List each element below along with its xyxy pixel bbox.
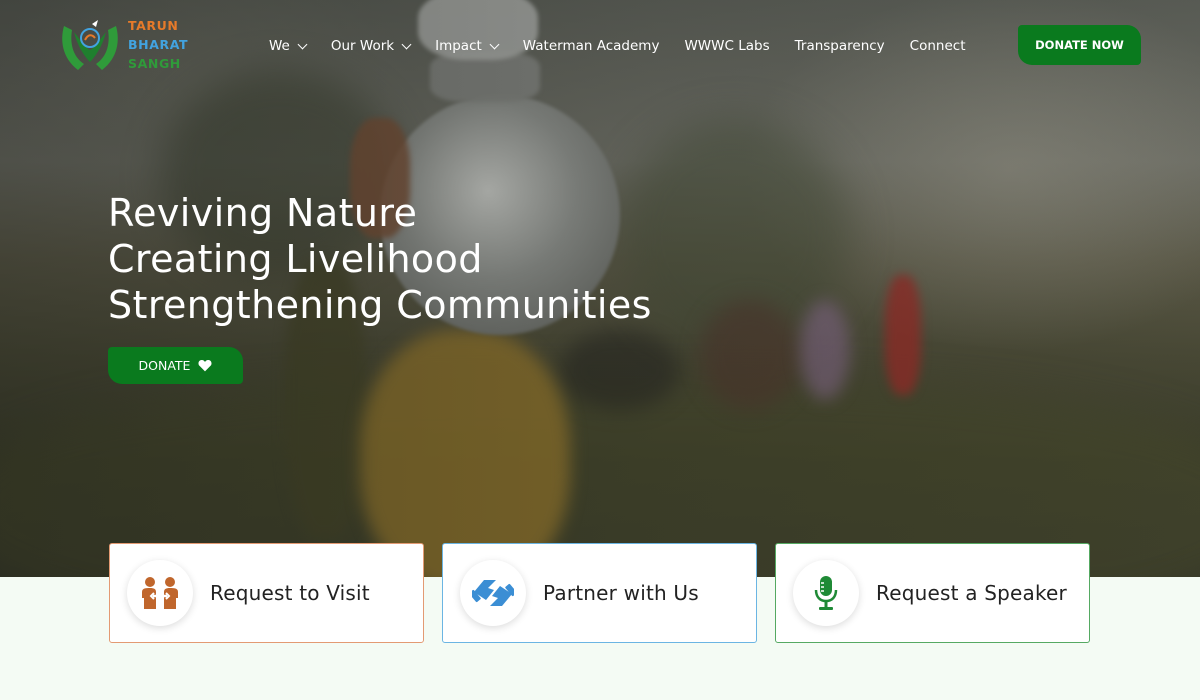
- chevron-down-icon: [401, 39, 412, 49]
- card-label: Request a Speaker: [876, 581, 1067, 605]
- nav-item-label: Connect: [909, 38, 966, 54]
- request-visit-card[interactable]: Request to Visit: [109, 543, 424, 643]
- card-icon-circle: [127, 560, 193, 626]
- microphone-icon: [814, 576, 838, 610]
- chevron-down-icon: [489, 39, 500, 49]
- nav-item-impact[interactable]: Impact: [435, 38, 500, 54]
- partner-card[interactable]: Partner with Us: [442, 543, 757, 643]
- nav-item-label: Impact: [435, 38, 482, 54]
- handshake-icon: [472, 580, 514, 606]
- logo-wordmark: TARUN BHARAT SANGH: [128, 16, 188, 73]
- main-nav: We Our Work Impact Waterman Academy WWWC…: [269, 36, 991, 56]
- hero-headline: Reviving Nature Creating Livelihood Stre…: [108, 190, 652, 328]
- request-speaker-card[interactable]: Request a Speaker: [775, 543, 1090, 643]
- card-icon-circle: [460, 560, 526, 626]
- nav-item-we[interactable]: We: [269, 38, 308, 54]
- card-label: Partner with Us: [543, 581, 699, 605]
- hero-headline-line: Strengthening Communities: [108, 283, 652, 327]
- nav-item-our-work[interactable]: Our Work: [330, 38, 412, 54]
- chevron-down-icon: [297, 39, 308, 49]
- hero-headline-line: Creating Livelihood: [108, 237, 483, 281]
- heart-icon: [198, 359, 212, 372]
- nav-item-wwwc-labs[interactable]: WWWC Labs: [684, 38, 769, 54]
- card-icon-circle: [793, 560, 859, 626]
- logo-text-sangh: SANGH: [128, 56, 181, 71]
- logo-hands-icon: [62, 20, 118, 70]
- logo-text-bharat: BHARAT: [128, 37, 189, 52]
- nav-item-label: Our Work: [330, 38, 395, 54]
- hero-headline-line: Reviving Nature: [108, 191, 418, 235]
- site-logo[interactable]: TARUN BHARAT SANGH: [58, 14, 198, 80]
- nav-item-transparency[interactable]: Transparency: [795, 38, 885, 54]
- donate-now-button[interactable]: DONATE NOW: [1018, 25, 1141, 65]
- nav-item-label: We: [269, 38, 290, 54]
- nav-item-connect[interactable]: Connect: [910, 38, 966, 54]
- nav-item-label: WWWC Labs: [684, 38, 770, 54]
- logo-text-tarun: TARUN: [128, 18, 179, 33]
- donate-button-label: DONATE: [138, 358, 191, 373]
- donate-button[interactable]: DONATE: [108, 347, 243, 384]
- card-label: Request to Visit: [210, 581, 370, 605]
- nav-item-label: Transparency: [794, 38, 885, 54]
- nav-item-label: Waterman Academy: [522, 38, 660, 54]
- nav-item-waterman-academy[interactable]: Waterman Academy: [523, 38, 660, 54]
- people-icon: [142, 577, 178, 609]
